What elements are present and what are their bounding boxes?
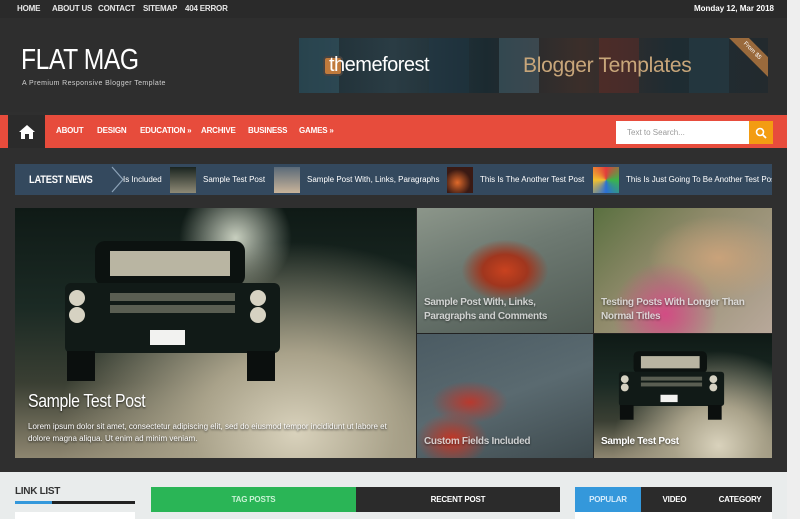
top-link-404-error[interactable]: 404 ERROR bbox=[185, 4, 228, 13]
tab-content-box bbox=[575, 512, 772, 519]
tab-category[interactable]: CATEGORY bbox=[708, 487, 772, 512]
ad-banner[interactable]: themeforest Blogger Templates From $5 bbox=[299, 38, 768, 93]
featured-tile-title[interactable]: Sample Post With, Links, Paragraphs and … bbox=[424, 296, 589, 324]
tab-video[interactable]: VIDEO bbox=[641, 487, 708, 512]
search-input[interactable] bbox=[616, 121, 749, 144]
nav-item-archive[interactable]: ARCHIVE bbox=[201, 126, 236, 135]
ticker-item[interactable]: This Is The Another Test Post bbox=[447, 164, 584, 195]
link-list-title: LINK LIST bbox=[15, 486, 61, 497]
tab-recent-post[interactable]: RECENT POST bbox=[356, 487, 560, 512]
banner-tile bbox=[689, 38, 729, 93]
top-link-contact[interactable]: CONTACT bbox=[98, 4, 135, 13]
top-bar: HOME ABOUT US CONTACT SITEMAP 404 ERROR … bbox=[0, 0, 787, 18]
featured-tile[interactable]: Custom Fields Included bbox=[417, 334, 593, 458]
featured-main-post[interactable]: Sample Test Post Lorem ipsum dolor sit a… bbox=[15, 208, 416, 458]
top-link-sitemap[interactable]: SITEMAP bbox=[143, 4, 177, 13]
ticker-item-text[interactable]: This Is The Another Test Post bbox=[480, 175, 584, 184]
ticker-item[interactable]: Is Included bbox=[123, 164, 162, 195]
ticker-item-text[interactable]: This Is Just Going To Be Another Test Po… bbox=[626, 175, 772, 184]
search-button[interactable] bbox=[749, 121, 773, 144]
ticker-thumbnail[interactable] bbox=[170, 166, 196, 193]
link-list-box bbox=[15, 512, 135, 519]
site-tagline: A Premium Responsive Blogger Template bbox=[22, 80, 166, 87]
car-image bbox=[65, 241, 280, 381]
car-image bbox=[618, 351, 725, 420]
ticker-thumbnail[interactable] bbox=[274, 166, 300, 193]
ticker-thumbnail[interactable] bbox=[593, 166, 619, 193]
ticker-item-text[interactable]: Sample Test Post bbox=[203, 175, 265, 184]
ticker-item[interactable]: Sample Post With, Links, Paragraphs bbox=[274, 164, 440, 195]
site-logo[interactable]: FLAT MAG bbox=[21, 44, 139, 77]
ticker-label: LATEST NEWS bbox=[29, 174, 93, 186]
nav-item-education[interactable]: EDUCATION » bbox=[140, 126, 192, 135]
featured-main-excerpt: Lorem ipsum dolor sit amet, consectetur … bbox=[28, 422, 387, 443]
banner-tile bbox=[429, 38, 469, 93]
ticker-item-text[interactable]: Sample Post With, Links, Paragraphs bbox=[307, 175, 440, 184]
ticker-item[interactable]: This Is Just Going To Be Another Test Po… bbox=[593, 164, 772, 195]
featured-tile-title[interactable]: Sample Test Post bbox=[601, 435, 766, 449]
nav-item-design[interactable]: DESIGN bbox=[97, 126, 127, 135]
banner-brand: themeforest bbox=[329, 54, 430, 76]
ticker-thumbnail[interactable] bbox=[447, 166, 473, 193]
top-link-home[interactable]: HOME bbox=[17, 4, 40, 13]
featured-main-title[interactable]: Sample Test Post bbox=[28, 391, 146, 412]
featured-tile[interactable]: Testing Posts With Longer Than Normal Ti… bbox=[594, 208, 772, 333]
page: HOME ABOUT US CONTACT SITEMAP 404 ERROR … bbox=[0, 0, 787, 519]
ticker-item[interactable]: Sample Test Post bbox=[170, 164, 265, 195]
ticker-item-text[interactable]: Is Included bbox=[123, 175, 162, 184]
nav-item-business[interactable]: BUSINESS bbox=[248, 126, 288, 135]
tab-popular[interactable]: POPULAR bbox=[575, 487, 641, 512]
banner-label: Blogger Templates bbox=[523, 54, 692, 77]
nav-item-games[interactable]: GAMES » bbox=[299, 126, 334, 135]
link-list-underline bbox=[15, 501, 135, 504]
featured-tile-title[interactable]: Custom Fields Included bbox=[424, 435, 589, 449]
featured-tile-title[interactable]: Testing Posts With Longer Than Normal Ti… bbox=[601, 296, 766, 324]
widget-area: LINK LIST TAG POSTS RECENT POST POPULAR … bbox=[0, 472, 787, 519]
home-button[interactable] bbox=[8, 115, 45, 148]
site-header: FLAT MAG A Premium Responsive Blogger Te… bbox=[0, 18, 787, 112]
link-list-underline-accent bbox=[15, 501, 52, 504]
search-icon bbox=[755, 127, 767, 139]
page-margin bbox=[787, 0, 800, 519]
banner-ribbon: From $5 bbox=[725, 38, 768, 78]
top-link-about-us[interactable]: ABOUT US bbox=[52, 4, 92, 13]
featured-tile[interactable]: Sample Post With, Links, Paragraphs and … bbox=[417, 208, 593, 333]
latest-news-ticker: LATEST NEWS Is Included Sample Test Post… bbox=[15, 164, 772, 195]
featured-tile[interactable]: Sample Test Post bbox=[594, 334, 772, 458]
home-icon bbox=[18, 124, 35, 139]
nav-item-about[interactable]: ABOUT bbox=[56, 126, 84, 135]
current-date: Monday 12, Mar 2018 bbox=[693, 4, 774, 13]
featured-posts: Sample Test Post Lorem ipsum dolor sit a… bbox=[15, 208, 772, 458]
tab-tag-posts[interactable]: TAG POSTS bbox=[151, 487, 356, 512]
main-nav: ABOUT DESIGN EDUCATION » ARCHIVE BUSINES… bbox=[0, 115, 787, 148]
